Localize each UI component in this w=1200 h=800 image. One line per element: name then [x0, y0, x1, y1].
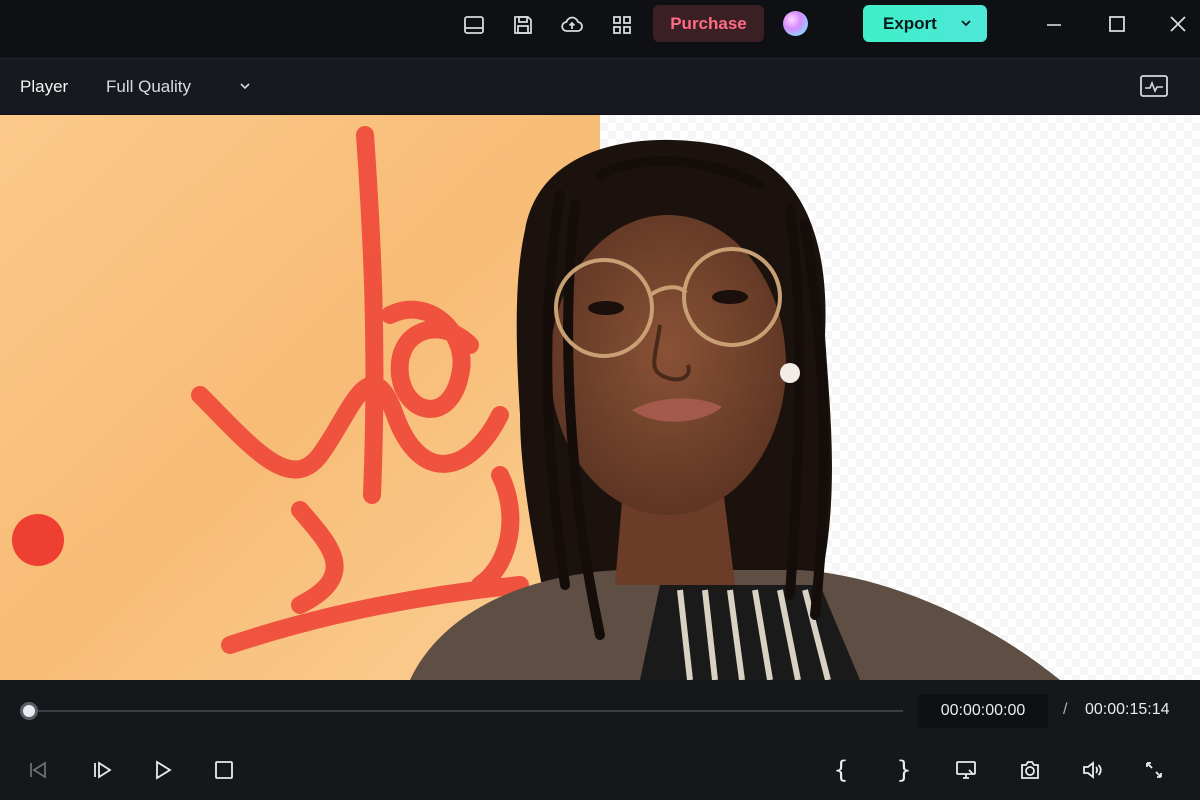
save-icon[interactable]	[509, 11, 537, 39]
layout-icon[interactable]	[460, 11, 488, 39]
playback-controls: 00:00:00:00 / 00:00:15:14 { }	[0, 680, 1200, 800]
current-time[interactable]: 00:00:00:00	[918, 694, 1048, 728]
export-button[interactable]: Export	[863, 5, 987, 42]
next-frame-icon[interactable]	[86, 754, 118, 786]
minimize-icon[interactable]	[1036, 8, 1072, 40]
display-icon[interactable]	[950, 754, 982, 786]
playhead-handle[interactable]	[20, 702, 38, 720]
play-icon[interactable]	[147, 754, 179, 786]
player-title: Player	[20, 77, 69, 96]
timeline-scrubber[interactable]	[28, 710, 903, 712]
mark-out-button[interactable]: }	[888, 754, 920, 786]
cloud-upload-icon[interactable]	[558, 11, 586, 39]
prev-frame-icon[interactable]	[22, 754, 54, 786]
preview-frame-image	[0, 115, 1200, 680]
chevron-down-icon[interactable]	[959, 16, 973, 30]
quality-dropdown[interactable]: Full Quality	[106, 77, 191, 97]
total-time: 00:00:15:14	[1085, 701, 1170, 718]
time-separator: /	[1063, 701, 1068, 718]
mark-in-button[interactable]: {	[825, 754, 857, 786]
volume-icon[interactable]	[1076, 754, 1108, 786]
chevron-down-icon[interactable]	[238, 79, 252, 93]
video-preview[interactable]	[0, 115, 1200, 680]
title-bar: Purchase Export	[0, 0, 1200, 50]
player-header: Player Full Quality	[0, 58, 1200, 114]
apps-grid-icon[interactable]	[608, 11, 636, 39]
snapshot-icon[interactable]	[1014, 754, 1046, 786]
fullscreen-icon[interactable]	[1138, 754, 1170, 786]
export-button-label: Export	[883, 13, 937, 33]
purchase-button[interactable]: Purchase	[653, 5, 764, 42]
close-icon[interactable]	[1160, 8, 1196, 40]
stop-icon[interactable]	[208, 754, 240, 786]
scopes-icon[interactable]	[1139, 73, 1169, 99]
maximize-icon[interactable]	[1099, 8, 1135, 40]
avatar[interactable]	[783, 11, 808, 36]
